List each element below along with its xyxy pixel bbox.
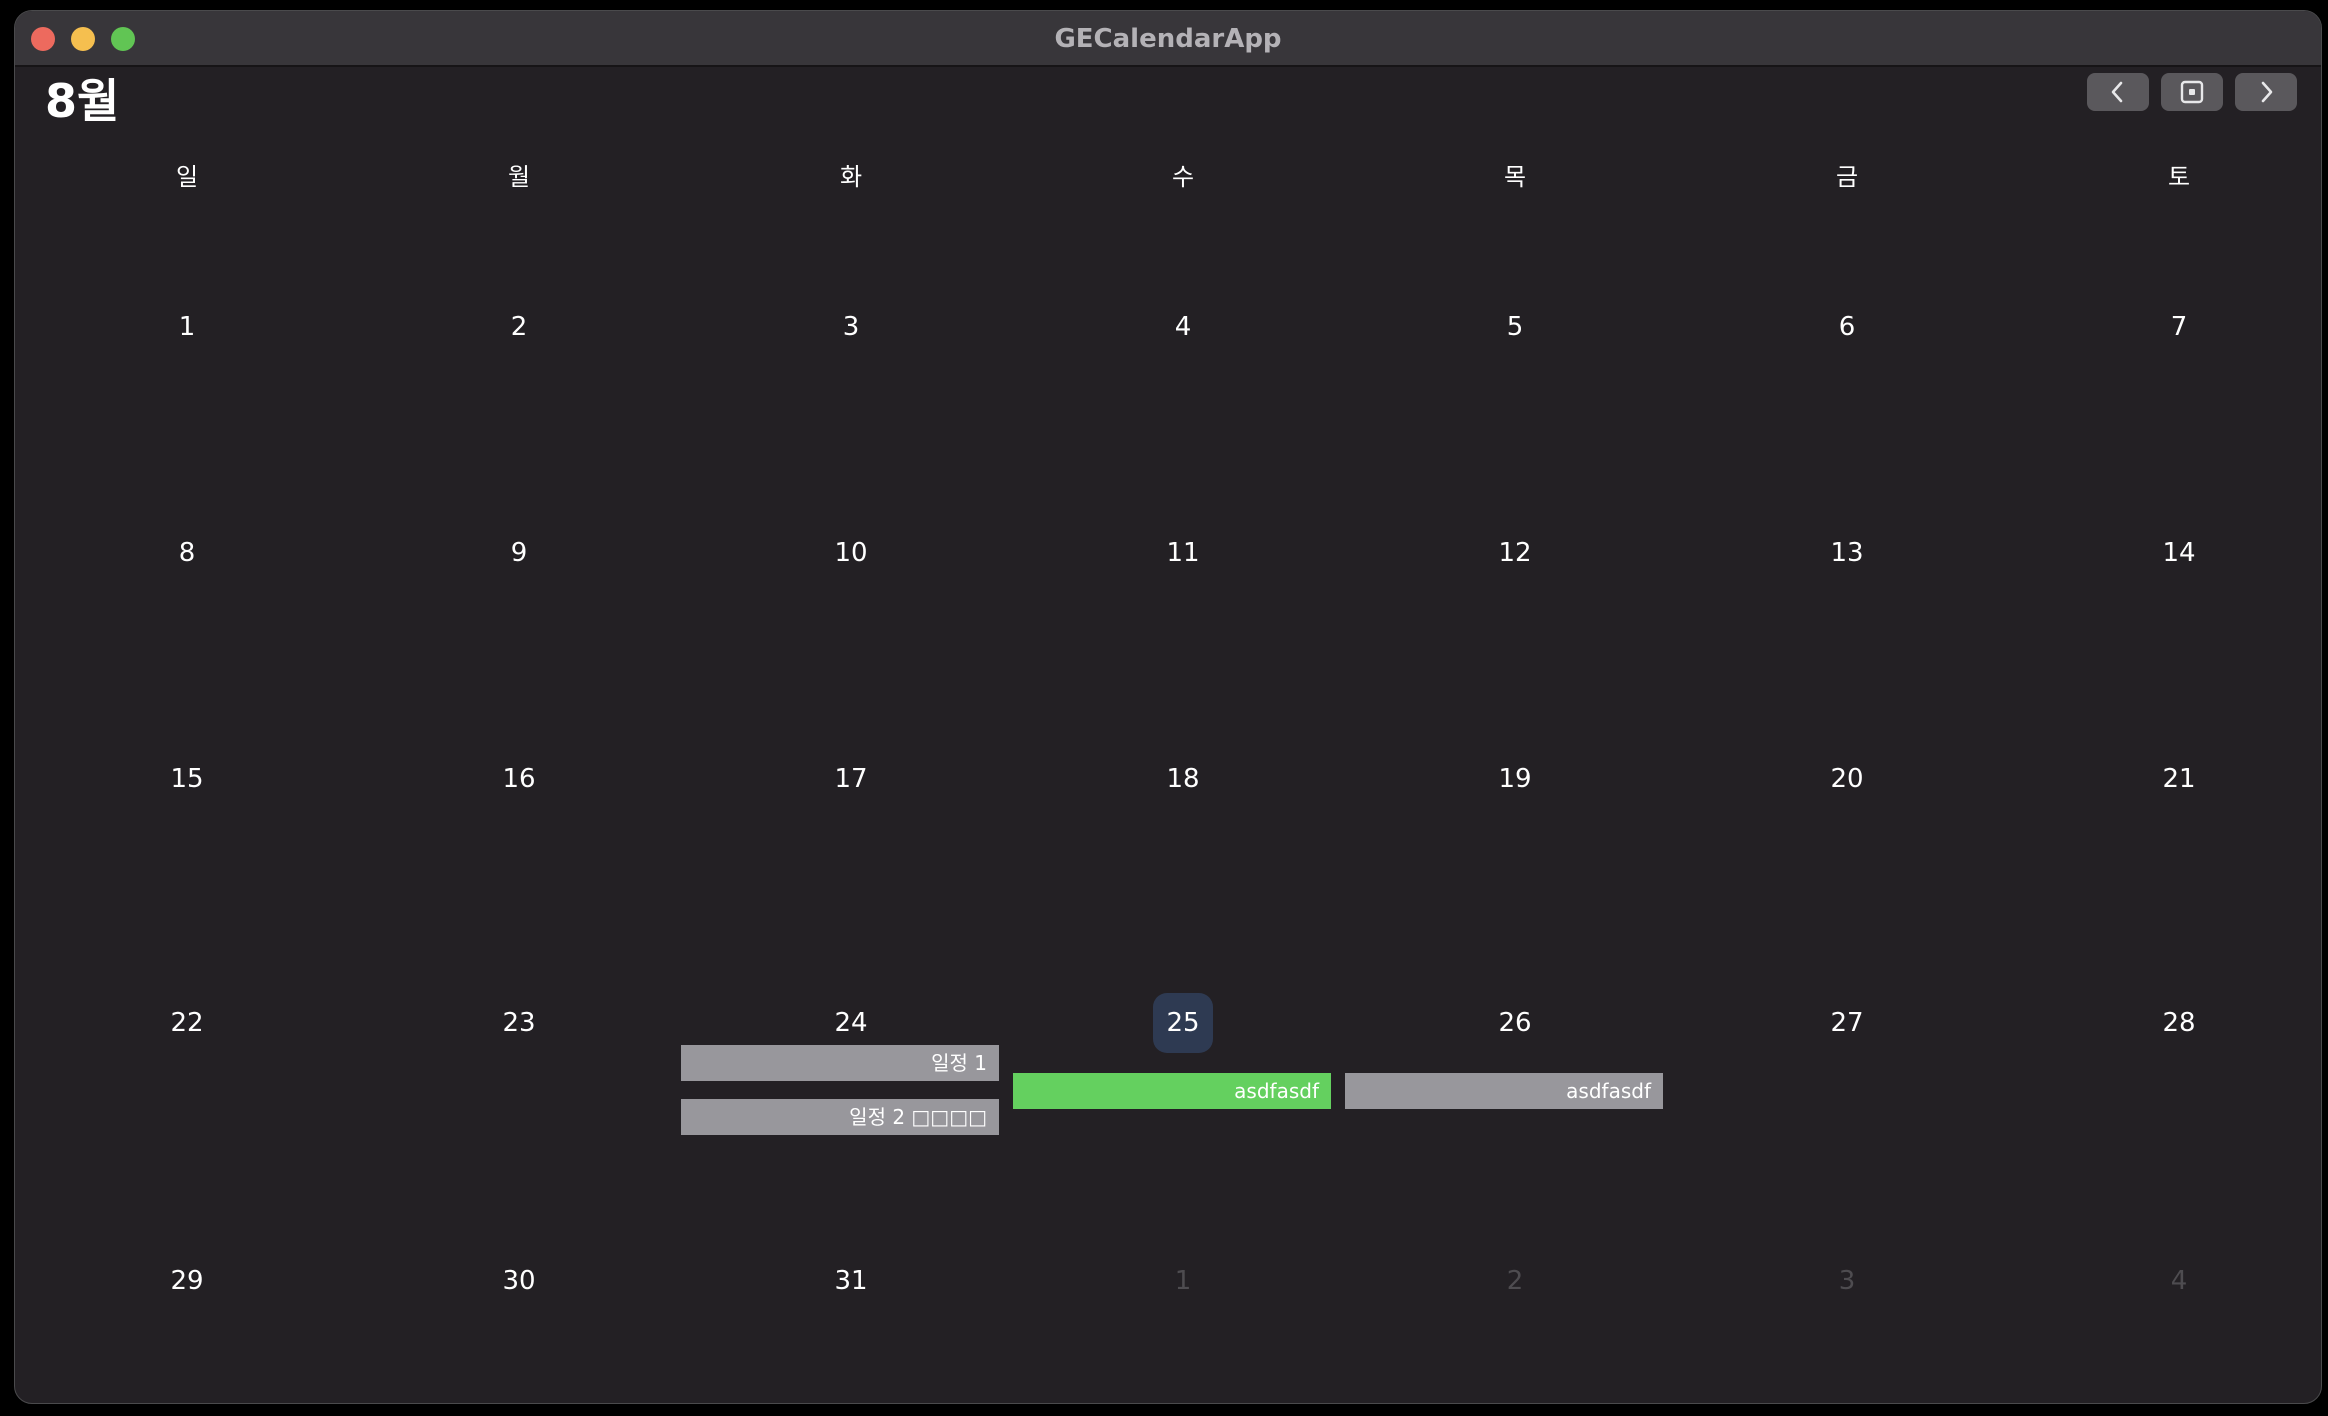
next-month-button[interactable] (2235, 73, 2297, 111)
day-cell[interactable]: 9 (489, 523, 549, 583)
day-cell[interactable]: 18 (1153, 749, 1213, 809)
previous-month-button[interactable] (2087, 73, 2149, 111)
day-cell[interactable]: 28 (2149, 993, 2209, 1053)
day-cell[interactable]: 5 (1485, 297, 1545, 357)
chevron-right-icon (2261, 81, 2273, 103)
day-cell-next-month[interactable]: 3 (1817, 1251, 1877, 1311)
title-bar[interactable]: GECalendarApp (15, 11, 2321, 67)
day-cell[interactable]: 14 (2149, 523, 2209, 583)
day-cell[interactable]: 24 (821, 993, 881, 1053)
day-cell-next-month[interactable]: 1 (1153, 1251, 1213, 1311)
weekday-wednesday: 수 (1171, 163, 1195, 191)
day-cell[interactable]: 7 (2149, 297, 2209, 357)
day-cell[interactable]: 15 (157, 749, 217, 809)
day-cell[interactable]: 23 (489, 993, 549, 1053)
day-cell[interactable]: 8 (157, 523, 217, 583)
event-bar[interactable]: 일정 2 □□□□ (681, 1099, 999, 1135)
square-dot-icon (2180, 80, 2204, 104)
event-bar[interactable]: asdfasdf (1013, 1073, 1331, 1109)
day-cell[interactable]: 21 (2149, 749, 2209, 809)
weekday-friday: 금 (1835, 163, 1859, 191)
weekday-saturday: 토 (2167, 163, 2191, 191)
day-cell-next-month[interactable]: 2 (1485, 1251, 1545, 1311)
month-title: 8월 (45, 74, 120, 128)
day-cell[interactable]: 30 (489, 1251, 549, 1311)
day-cell[interactable]: 31 (821, 1251, 881, 1311)
window-title: GECalendarApp (1054, 24, 1282, 54)
weekday-sunday: 일 (175, 163, 199, 191)
weekday-monday: 월 (507, 163, 531, 191)
day-cell[interactable]: 2 (489, 297, 549, 357)
day-cell[interactable]: 12 (1485, 523, 1545, 583)
weekday-thursday: 목 (1503, 163, 1527, 191)
day-cell[interactable]: 10 (821, 523, 881, 583)
day-cell[interactable]: 1 (157, 297, 217, 357)
chevron-left-icon (2111, 81, 2123, 103)
event-bar[interactable]: 일정 1 (681, 1045, 999, 1081)
weekday-tuesday: 화 (839, 163, 863, 191)
day-cell[interactable]: 27 (1817, 993, 1877, 1053)
day-cell-next-month[interactable]: 4 (2149, 1251, 2209, 1311)
day-cell-today[interactable]: 25 (1153, 993, 1213, 1053)
day-cell[interactable]: 26 (1485, 993, 1545, 1053)
day-cell[interactable]: 17 (821, 749, 881, 809)
day-cell[interactable]: 16 (489, 749, 549, 809)
day-cell[interactable]: 11 (1153, 523, 1213, 583)
day-cell[interactable]: 22 (157, 993, 217, 1053)
day-cell[interactable]: 6 (1817, 297, 1877, 357)
day-cell[interactable]: 29 (157, 1251, 217, 1311)
day-cell[interactable]: 13 (1817, 523, 1877, 583)
day-cell[interactable]: 20 (1817, 749, 1877, 809)
today-button[interactable] (2161, 73, 2223, 111)
day-cell[interactable]: 4 (1153, 297, 1213, 357)
event-bar[interactable]: asdfasdf (1345, 1073, 1663, 1109)
day-cell[interactable]: 3 (821, 297, 881, 357)
day-cell[interactable]: 19 (1485, 749, 1545, 809)
app-window: GECalendarApp 8월 일 월 화 수 목 금 토 1 2 3 4 5… (14, 10, 2322, 1404)
